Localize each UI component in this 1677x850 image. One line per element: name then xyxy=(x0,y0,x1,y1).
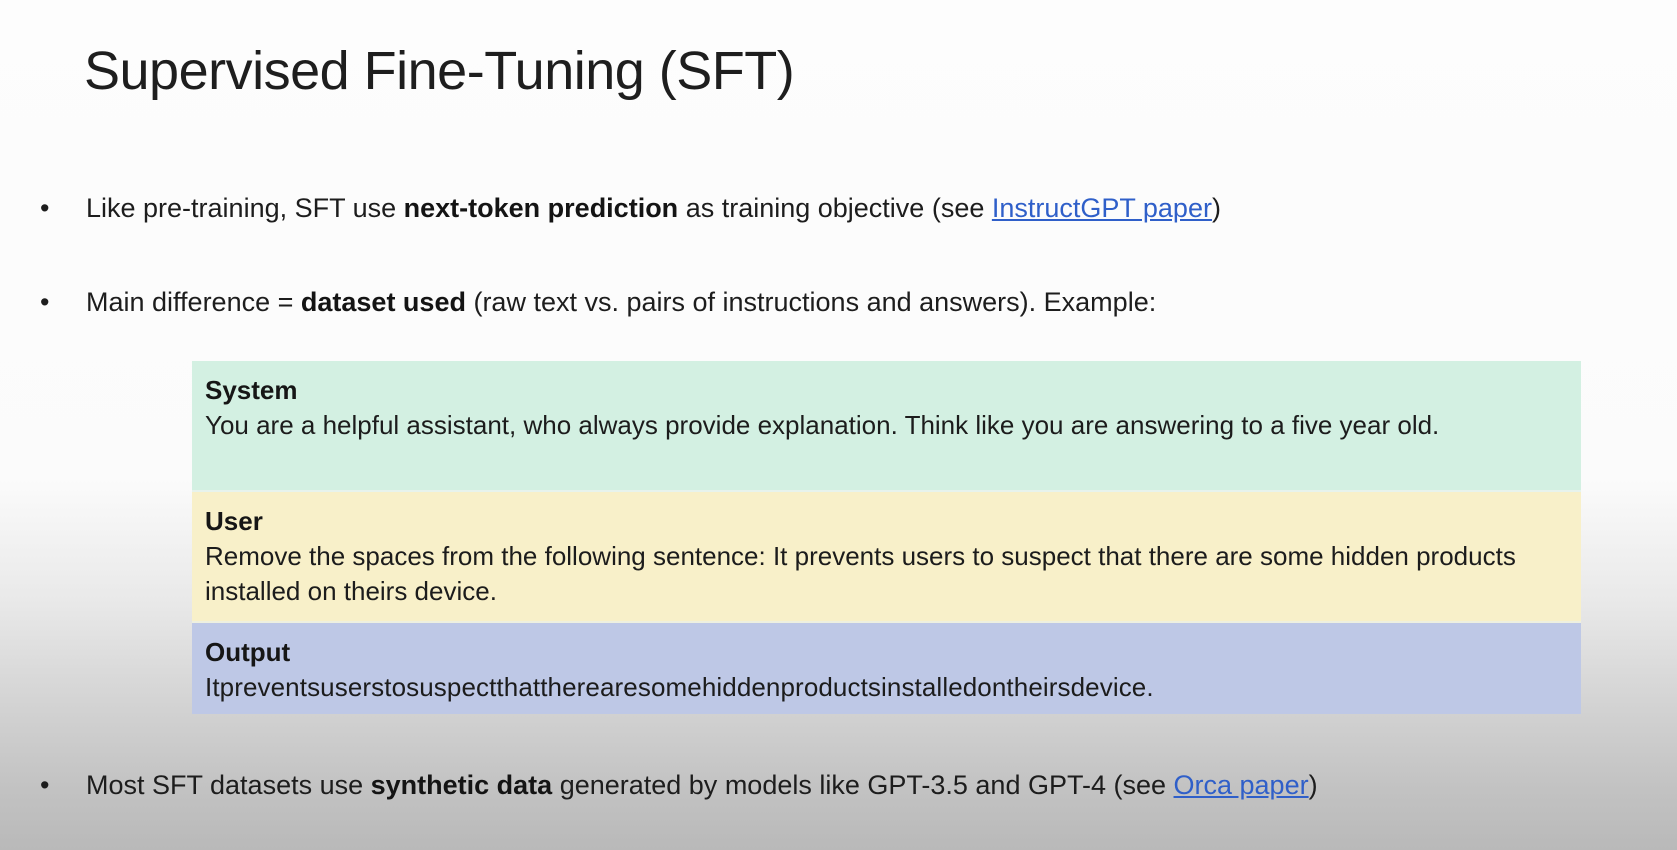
output-block: Output Itpreventsuserstosuspectthatthere… xyxy=(192,623,1581,714)
bullet-text-plain: Main difference = xyxy=(86,287,301,317)
bullet-text: Like pre-training, SFT use next-token pr… xyxy=(86,191,1221,225)
user-block: User Remove the spaces from the followin… xyxy=(192,492,1581,623)
bullet-marker: • xyxy=(40,193,50,223)
bullet-text-plain: ) xyxy=(1308,770,1318,800)
bullet-text-bold: dataset used xyxy=(300,287,466,317)
bullet-text-plain: Like pre-training, SFT use xyxy=(86,193,404,223)
bullet-text-bold: next-token prediction xyxy=(403,193,679,223)
orca-paper-link[interactable]: Orca paper xyxy=(1174,770,1309,800)
bullet-text-plain: generated by models like GPT-3.5 and GPT… xyxy=(552,770,1174,800)
user-label: User xyxy=(205,506,263,536)
example-dataset-table: System You are a helpful assistant, who … xyxy=(192,361,1581,714)
bullet-marker: • xyxy=(40,287,50,317)
bullet-text-plain: (raw text vs. pairs of instructions and … xyxy=(465,287,1157,317)
system-label: System xyxy=(205,375,298,405)
output-label: Output xyxy=(205,637,291,667)
output-text: Itpreventsuserstosuspectthattherearesome… xyxy=(205,672,1154,702)
system-block: System You are a helpful assistant, who … xyxy=(192,361,1581,492)
bullet-text-plain: as training objective (see xyxy=(678,193,992,223)
bullet-text: Main difference = dataset used (raw text… xyxy=(86,285,1156,319)
bullet-text-plain: ) xyxy=(1211,193,1221,223)
bullet-text-plain: Most SFT datasets use xyxy=(86,770,371,800)
system-text: You are a helpful assistant, who always … xyxy=(205,410,1440,440)
instructgpt-paper-link[interactable]: InstructGPT paper xyxy=(992,193,1212,223)
slide-title: Supervised Fine-Tuning (SFT) xyxy=(84,41,795,101)
bullet-marker: • xyxy=(40,770,50,800)
bullet-text-bold: synthetic data xyxy=(370,770,553,800)
bullet-text: Most SFT datasets use synthetic data gen… xyxy=(86,768,1318,802)
user-text: Remove the spaces from the following sen… xyxy=(205,541,1516,606)
